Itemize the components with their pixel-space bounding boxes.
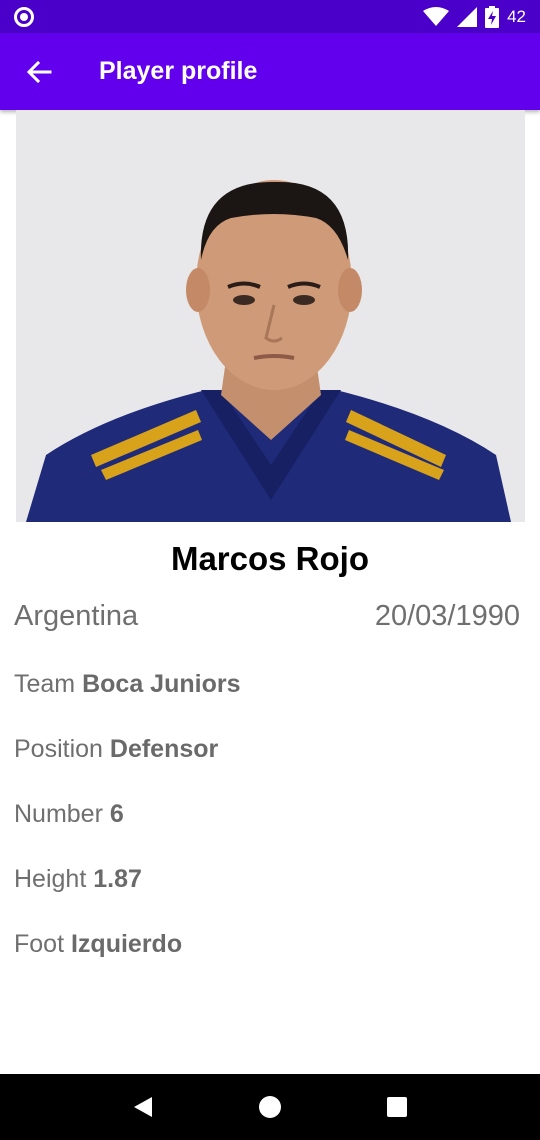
arrow-back-icon [26,60,52,83]
foot-row: Foot Izquierdo [14,930,182,959]
home-circle-icon [258,1096,281,1118]
nav-recents-button[interactable] [377,1087,417,1127]
status-left [14,6,34,27]
position-row: Position Defensor [14,735,218,764]
player-name: Marcos Rojo [170,540,370,577]
back-button[interactable] [11,44,67,100]
notification-dot-icon [14,6,34,27]
player-photo [16,110,525,522]
number-value: 6 [109,800,124,828]
player-meta-row: Argentina 20/03/1990 [14,600,520,633]
height-label: Height [14,865,94,893]
foot-label: Foot [14,930,71,958]
team-row: Team Boca Juniors [14,670,240,699]
nav-home-button[interactable] [250,1087,290,1127]
status-right: 42 [423,5,526,28]
position-label: Position [14,735,110,763]
recents-square-icon [386,1097,407,1117]
signal-icon [457,6,478,27]
player-country: Argentina [14,600,139,632]
height-row: Height 1.87 [14,865,142,894]
position-value: Defensor [109,735,219,763]
player-birth-date: 20/03/1990 [374,600,520,632]
height-value: 1.87 [93,865,142,893]
system-nav-bar [0,1074,540,1140]
battery-level: 42 [507,6,526,26]
team-label: Team [14,670,83,698]
page-title: Player profile [99,57,258,85]
app-bar: Player profile [0,33,540,110]
foot-value: Izquierdo [70,930,183,958]
battery-charging-icon [485,5,500,28]
nav-back-button[interactable] [123,1087,163,1127]
back-triangle-icon [134,1097,153,1117]
number-row: Number 6 [14,800,124,829]
wifi-icon [423,6,450,26]
status-bar: 42 [0,0,540,33]
team-value: Boca Juniors [82,670,241,698]
number-label: Number [14,800,110,828]
